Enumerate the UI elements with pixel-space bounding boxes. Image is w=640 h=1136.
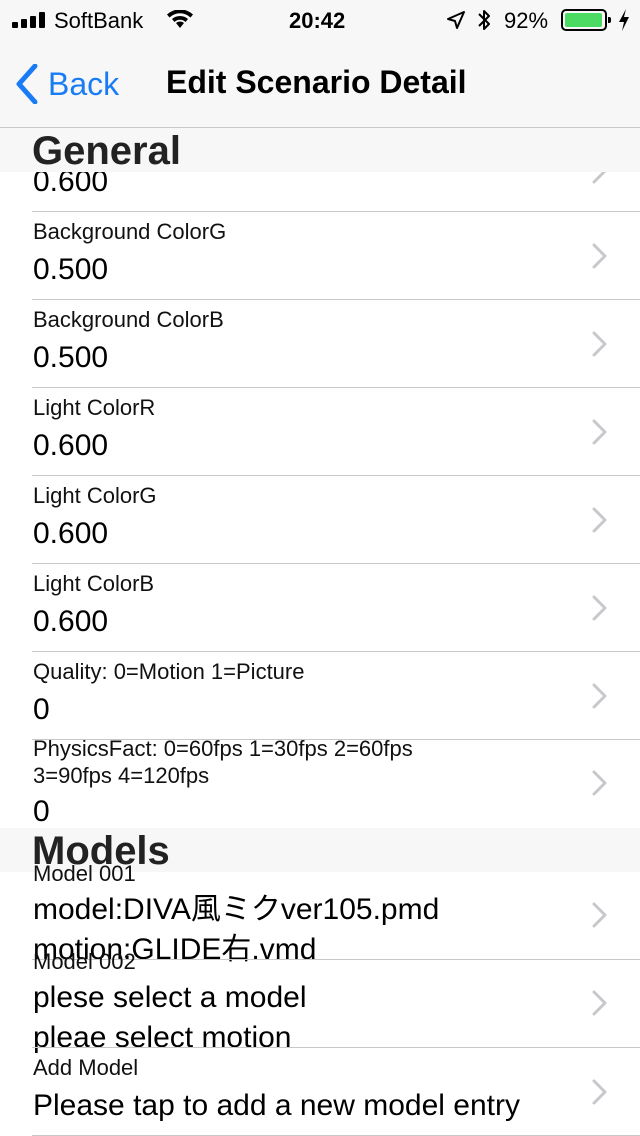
general-row[interactable]: Light ColorB 0.600 xyxy=(0,564,640,652)
battery-icon xyxy=(561,9,611,31)
add-model-row[interactable]: Add Model Please tap to add a new model … xyxy=(0,1048,640,1136)
battery-percent: 92% xyxy=(504,8,549,33)
row-value: 0.500 xyxy=(33,341,109,374)
add-model-hint: Please tap to add a new model entry xyxy=(33,1089,520,1122)
row-label: Model 001 xyxy=(33,861,136,886)
carrier-name: SoftBank xyxy=(54,8,144,33)
chevron-right-icon xyxy=(592,1079,607,1105)
chevron-right-icon xyxy=(592,990,607,1016)
chevron-right-icon xyxy=(592,683,607,709)
model-row[interactable]: Model 002 plese select a model pleae sel… xyxy=(0,949,640,1054)
location-arrow-icon xyxy=(447,11,465,29)
row-label: Model 002 xyxy=(33,949,136,974)
row-value: 0.600 xyxy=(33,429,109,462)
model-file: plese select a model xyxy=(33,981,307,1014)
row-value: 0 xyxy=(33,795,50,828)
navigation-bar: Back Edit Scenario Detail xyxy=(0,40,640,128)
general-row[interactable]: Background ColorB 0.500 xyxy=(0,300,640,388)
chevron-right-icon xyxy=(592,331,607,357)
back-label: Back xyxy=(48,65,120,102)
general-row[interactable]: Light ColorG 0.600 xyxy=(0,476,640,564)
section-header-general: General xyxy=(0,128,640,173)
chevron-right-icon xyxy=(592,595,607,621)
row-label: Add Model xyxy=(33,1055,139,1080)
model-row[interactable]: Model 001 model:DIVA風ミクver105.pmd motion… xyxy=(0,861,640,966)
wifi-icon xyxy=(167,10,193,28)
battery-level-fill xyxy=(565,13,602,27)
general-row[interactable]: PhysicsFact: 0=60fps 1=30fps 2=60fps 3=9… xyxy=(0,736,640,828)
general-row[interactable]: Light ColorR 0.600 xyxy=(0,388,640,476)
clock-time: 20:42 xyxy=(289,8,346,33)
signal-icon xyxy=(12,12,45,28)
chevron-left-icon xyxy=(16,64,38,104)
row-label-line2: 3=90fps 4=120fps xyxy=(33,763,210,788)
row-label: Background ColorG xyxy=(33,219,227,244)
back-button[interactable]: Back xyxy=(16,62,119,106)
row-label: Light ColorG xyxy=(33,483,157,508)
status-bar: SoftBank 20:42 92% xyxy=(0,0,640,40)
page-title: Edit Scenario Detail xyxy=(166,64,467,100)
charging-bolt-icon xyxy=(619,9,629,31)
row-value: 0 xyxy=(33,693,50,726)
scenario-table[interactable]: 0.600 General Background ColorG 0.500 Ba… xyxy=(0,128,640,1136)
row-label: Quality: 0=Motion 1=Picture xyxy=(33,659,305,684)
row-label: Light ColorR xyxy=(33,395,156,420)
chevron-right-icon xyxy=(592,507,607,533)
chevron-right-icon xyxy=(592,902,607,928)
row-label: Light ColorB xyxy=(33,571,155,596)
chevron-right-icon xyxy=(592,243,607,269)
chevron-right-icon xyxy=(592,770,607,796)
row-value: 0.600 xyxy=(33,517,109,550)
bluetooth-icon xyxy=(478,10,490,30)
chevron-right-icon xyxy=(592,419,607,445)
general-row[interactable]: Quality: 0=Motion 1=Picture 0 xyxy=(0,652,640,740)
row-label: PhysicsFact: 0=60fps 1=30fps 2=60fps xyxy=(33,736,413,761)
row-value: 0.500 xyxy=(33,253,109,286)
general-row[interactable]: Background ColorG 0.500 xyxy=(0,212,640,300)
row-value: 0.600 xyxy=(33,605,109,638)
model-file: model:DIVA風ミクver105.pmd xyxy=(33,893,440,926)
row-label: Background ColorB xyxy=(33,307,224,332)
